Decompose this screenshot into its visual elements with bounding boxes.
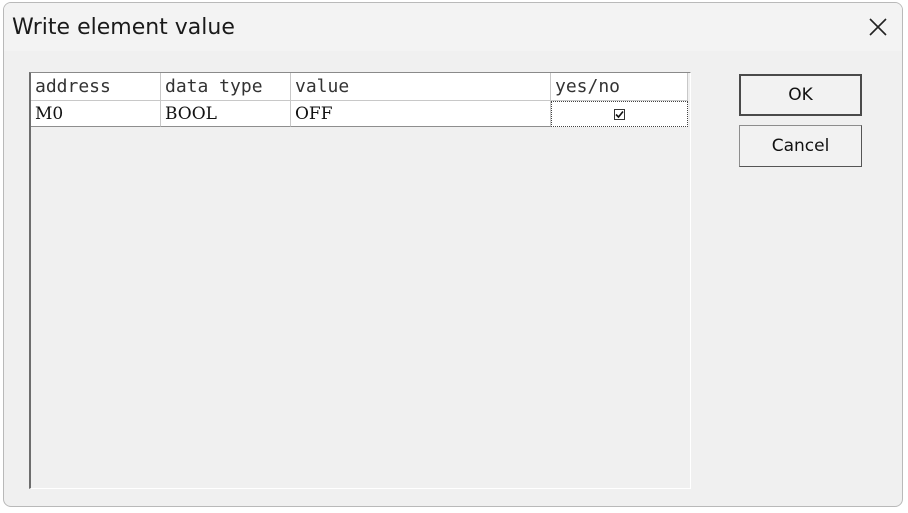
write-element-value-dialog: Write element value address data type va… [3,2,903,507]
table-row[interactable]: M0 BOOL OFF [31,101,690,127]
list-header: address data type value yes/no [31,73,690,101]
yes-no-checkbox[interactable] [614,108,625,120]
cell-address: M0 [31,101,161,127]
cell-value[interactable]: OFF [291,101,551,127]
dialog-title: Write element value [12,15,235,40]
close-button[interactable] [854,3,902,51]
cell-yes-no[interactable] [551,101,688,127]
close-icon [869,18,887,36]
element-list[interactable]: address data type value yes/no M0 BOOL O… [29,72,691,489]
column-header-yes-no[interactable]: yes/no [551,73,688,101]
column-header-data-type[interactable]: data type [161,73,291,101]
column-header-value[interactable]: value [291,73,551,101]
title-bar: Write element value [4,3,902,51]
checkmark-icon [615,110,624,118]
cell-data-type: BOOL [161,101,291,127]
ok-button[interactable]: OK [739,74,862,116]
cancel-button[interactable]: Cancel [739,125,862,167]
column-header-address[interactable]: address [31,73,161,101]
